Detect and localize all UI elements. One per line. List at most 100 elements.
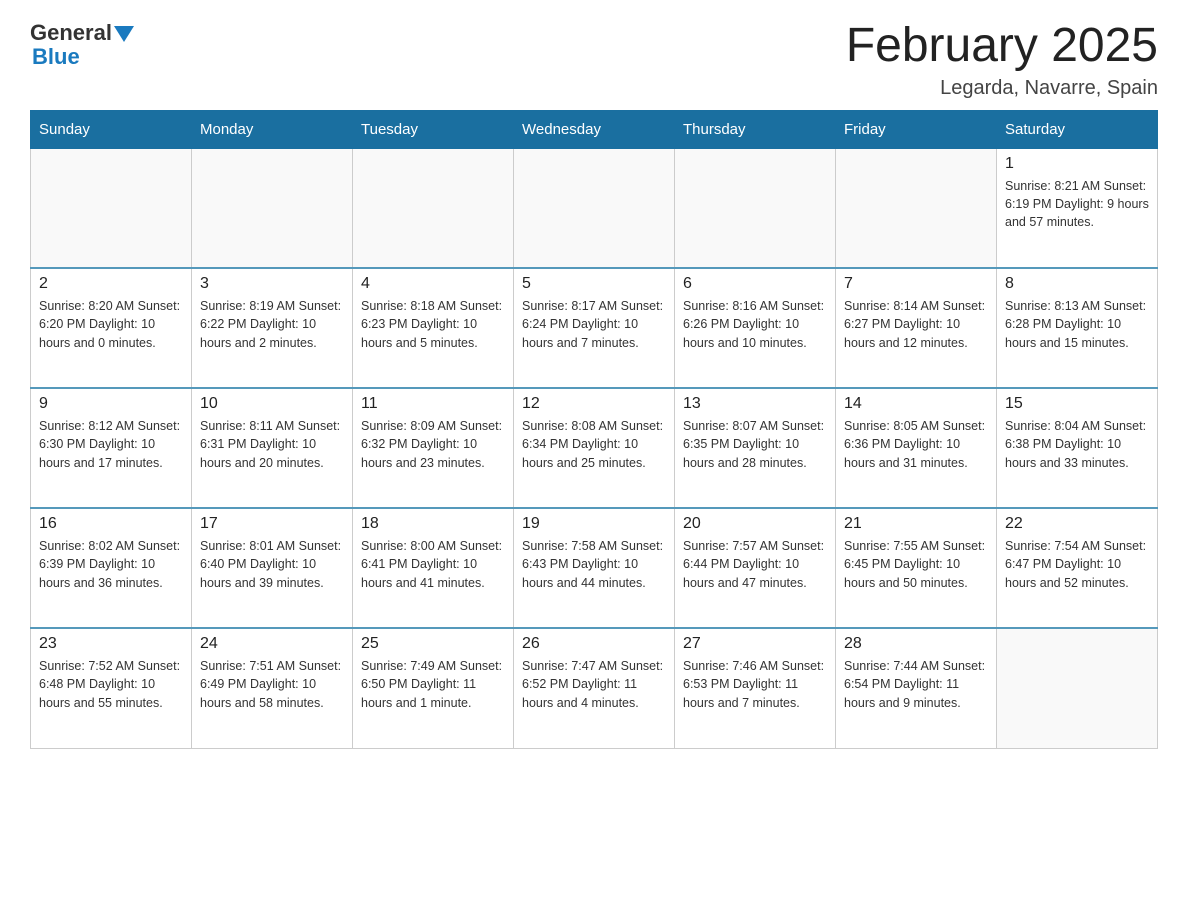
day-info: Sunrise: 8:04 AM Sunset: 6:38 PM Dayligh… xyxy=(1005,417,1149,471)
calendar-cell: 17 Sunrise: 8:01 AM Sunset: 6:40 PM Dayli… xyxy=(192,508,353,628)
day-info: Sunrise: 8:19 AM Sunset: 6:22 PM Dayligh… xyxy=(200,297,344,351)
calendar-cell: 4 Sunrise: 8:18 AM Sunset: 6:23 PM Daylig… xyxy=(353,268,514,388)
calendar-cell: 19Sunrise: 7:58 AM Sunset: 6:43 PM Dayli… xyxy=(514,508,675,628)
day-info: Sunrise: 8:05 AM Sunset: 6:36 PM Dayligh… xyxy=(844,417,988,471)
day-info: Sunrise: 8:16 AM Sunset: 6:26 PM Dayligh… xyxy=(683,297,827,351)
weekday-header-monday: Monday xyxy=(192,110,353,148)
day-number: 23 xyxy=(39,635,183,653)
day-number: 4 xyxy=(361,275,505,293)
calendar-cell xyxy=(675,148,836,268)
day-number: 7 xyxy=(844,275,988,293)
month-title: February 2025 xyxy=(846,20,1158,73)
calendar-cell: 1 Sunrise: 8:21 AM Sunset: 6:19 PM Daylig… xyxy=(997,148,1158,268)
day-number: 11 xyxy=(361,395,505,413)
day-number: 12 xyxy=(522,395,666,413)
logo-blue-text: Blue xyxy=(32,44,80,70)
calendar-cell: 10 Sunrise: 8:11 AM Sunset: 6:31 PM Dayli… xyxy=(192,388,353,508)
day-number: 2 xyxy=(39,275,183,293)
day-number: 1 xyxy=(1005,155,1149,173)
day-info: Sunrise: 8:08 AM Sunset: 6:34 PM Dayligh… xyxy=(522,417,666,471)
calendar-cell: 9 Sunrise: 8:12 AM Sunset: 6:30 PM Daylig… xyxy=(31,388,192,508)
calendar-cell: 5 Sunrise: 8:17 AM Sunset: 6:24 PM Daylig… xyxy=(514,268,675,388)
weekday-header-tuesday: Tuesday xyxy=(353,110,514,148)
day-info: Sunrise: 8:02 AM Sunset: 6:39 PM Dayligh… xyxy=(39,537,183,591)
day-info: Sunrise: 7:49 AM Sunset: 6:50 PM Dayligh… xyxy=(361,657,505,711)
day-number: 16 xyxy=(39,515,183,533)
day-info: Sunrise: 7:58 AM Sunset: 6:43 PM Dayligh… xyxy=(522,537,666,591)
title-block: February 2025 Legarda, Navarre, Spain xyxy=(846,20,1158,100)
day-info: Sunrise: 7:54 AM Sunset: 6:47 PM Dayligh… xyxy=(1005,537,1149,591)
day-number: 26 xyxy=(522,635,666,653)
calendar-cell: 11 Sunrise: 8:09 AM Sunset: 6:32 PM Dayli… xyxy=(353,388,514,508)
calendar-cell xyxy=(31,148,192,268)
logo-arrow-icon xyxy=(114,26,134,42)
day-info: Sunrise: 8:01 AM Sunset: 6:40 PM Dayligh… xyxy=(200,537,344,591)
calendar-cell: 27Sunrise: 7:46 AM Sunset: 6:53 PM Dayli… xyxy=(675,628,836,748)
calendar-cell: 2 Sunrise: 8:20 AM Sunset: 6:20 PM Daylig… xyxy=(31,268,192,388)
day-info: Sunrise: 8:14 AM Sunset: 6:27 PM Dayligh… xyxy=(844,297,988,351)
weekday-header-sunday: Sunday xyxy=(31,110,192,148)
calendar-cell: 18 Sunrise: 8:00 AM Sunset: 6:41 PM Dayli… xyxy=(353,508,514,628)
weekday-header-wednesday: Wednesday xyxy=(514,110,675,148)
calendar-cell: 22 Sunrise: 7:54 AM Sunset: 6:47 PM Dayli… xyxy=(997,508,1158,628)
weekday-header-friday: Friday xyxy=(836,110,997,148)
calendar-cell: 13 Sunrise: 8:07 AM Sunset: 6:35 PM Dayli… xyxy=(675,388,836,508)
day-info: Sunrise: 7:46 AM Sunset: 6:53 PM Dayligh… xyxy=(683,657,827,711)
calendar-cell xyxy=(353,148,514,268)
day-number: 22 xyxy=(1005,515,1149,533)
day-number: 14 xyxy=(844,395,988,413)
day-number: 10 xyxy=(200,395,344,413)
calendar-week-row: 16 Sunrise: 8:02 AM Sunset: 6:39 PM Dayli… xyxy=(31,508,1158,628)
day-number: 9 xyxy=(39,395,183,413)
day-number: 5 xyxy=(522,275,666,293)
day-number: 18 xyxy=(361,515,505,533)
calendar-cell: 25 Sunrise: 7:49 AM Sunset: 6:50 PM Dayli… xyxy=(353,628,514,748)
day-info: Sunrise: 8:00 AM Sunset: 6:41 PM Dayligh… xyxy=(361,537,505,591)
calendar-cell: 21 Sunrise: 7:55 AM Sunset: 6:45 PM Dayli… xyxy=(836,508,997,628)
day-info: Sunrise: 7:47 AM Sunset: 6:52 PM Dayligh… xyxy=(522,657,666,711)
day-number: 21 xyxy=(844,515,988,533)
calendar-cell: 14 Sunrise: 8:05 AM Sunset: 6:36 PM Dayli… xyxy=(836,388,997,508)
day-info: Sunrise: 8:11 AM Sunset: 6:31 PM Dayligh… xyxy=(200,417,344,471)
calendar-cell xyxy=(997,628,1158,748)
calendar-cell: 16 Sunrise: 8:02 AM Sunset: 6:39 PM Dayli… xyxy=(31,508,192,628)
calendar-cell: 24 Sunrise: 7:51 AM Sunset: 6:49 PM Dayli… xyxy=(192,628,353,748)
day-info: Sunrise: 7:55 AM Sunset: 6:45 PM Dayligh… xyxy=(844,537,988,591)
day-number: 25 xyxy=(361,635,505,653)
calendar-week-row: 9 Sunrise: 8:12 AM Sunset: 6:30 PM Daylig… xyxy=(31,388,1158,508)
day-info: Sunrise: 8:18 AM Sunset: 6:23 PM Dayligh… xyxy=(361,297,505,351)
logo-general-text: General xyxy=(30,20,112,46)
weekday-header-row: SundayMondayTuesdayWednesdayThursdayFrid… xyxy=(31,110,1158,148)
day-number: 13 xyxy=(683,395,827,413)
page-header: General Blue February 2025 Legarda, Nava… xyxy=(30,20,1158,100)
calendar-cell: 7 Sunrise: 8:14 AM Sunset: 6:27 PM Daylig… xyxy=(836,268,997,388)
day-info: Sunrise: 8:20 AM Sunset: 6:20 PM Dayligh… xyxy=(39,297,183,351)
day-info: Sunrise: 8:12 AM Sunset: 6:30 PM Dayligh… xyxy=(39,417,183,471)
calendar-cell: 3 Sunrise: 8:19 AM Sunset: 6:22 PM Daylig… xyxy=(192,268,353,388)
logo: General Blue xyxy=(30,20,134,70)
day-number: 3 xyxy=(200,275,344,293)
day-info: Sunrise: 8:21 AM Sunset: 6:19 PM Dayligh… xyxy=(1005,177,1149,231)
day-info: Sunrise: 7:57 AM Sunset: 6:44 PM Dayligh… xyxy=(683,537,827,591)
calendar-week-row: 1 Sunrise: 8:21 AM Sunset: 6:19 PM Daylig… xyxy=(31,148,1158,268)
day-info: Sunrise: 7:52 AM Sunset: 6:48 PM Dayligh… xyxy=(39,657,183,711)
day-number: 24 xyxy=(200,635,344,653)
day-info: Sunrise: 8:13 AM Sunset: 6:28 PM Dayligh… xyxy=(1005,297,1149,351)
calendar-cell: 20 Sunrise: 7:57 AM Sunset: 6:44 PM Dayli… xyxy=(675,508,836,628)
location-text: Legarda, Navarre, Spain xyxy=(846,77,1158,100)
calendar-cell: 12 Sunrise: 8:08 AM Sunset: 6:34 PM Dayli… xyxy=(514,388,675,508)
day-number: 17 xyxy=(200,515,344,533)
calendar-week-row: 2 Sunrise: 8:20 AM Sunset: 6:20 PM Daylig… xyxy=(31,268,1158,388)
day-info: Sunrise: 8:09 AM Sunset: 6:32 PM Dayligh… xyxy=(361,417,505,471)
calendar-cell: 15Sunrise: 8:04 AM Sunset: 6:38 PM Dayli… xyxy=(997,388,1158,508)
calendar-cell: 6 Sunrise: 8:16 AM Sunset: 6:26 PM Daylig… xyxy=(675,268,836,388)
day-number: 28 xyxy=(844,635,988,653)
day-number: 6 xyxy=(683,275,827,293)
day-number: 8 xyxy=(1005,275,1149,293)
calendar-cell xyxy=(514,148,675,268)
day-info: Sunrise: 7:51 AM Sunset: 6:49 PM Dayligh… xyxy=(200,657,344,711)
day-number: 20 xyxy=(683,515,827,533)
day-info: Sunrise: 7:44 AM Sunset: 6:54 PM Dayligh… xyxy=(844,657,988,711)
day-info: Sunrise: 8:07 AM Sunset: 6:35 PM Dayligh… xyxy=(683,417,827,471)
day-info: Sunrise: 8:17 AM Sunset: 6:24 PM Dayligh… xyxy=(522,297,666,351)
